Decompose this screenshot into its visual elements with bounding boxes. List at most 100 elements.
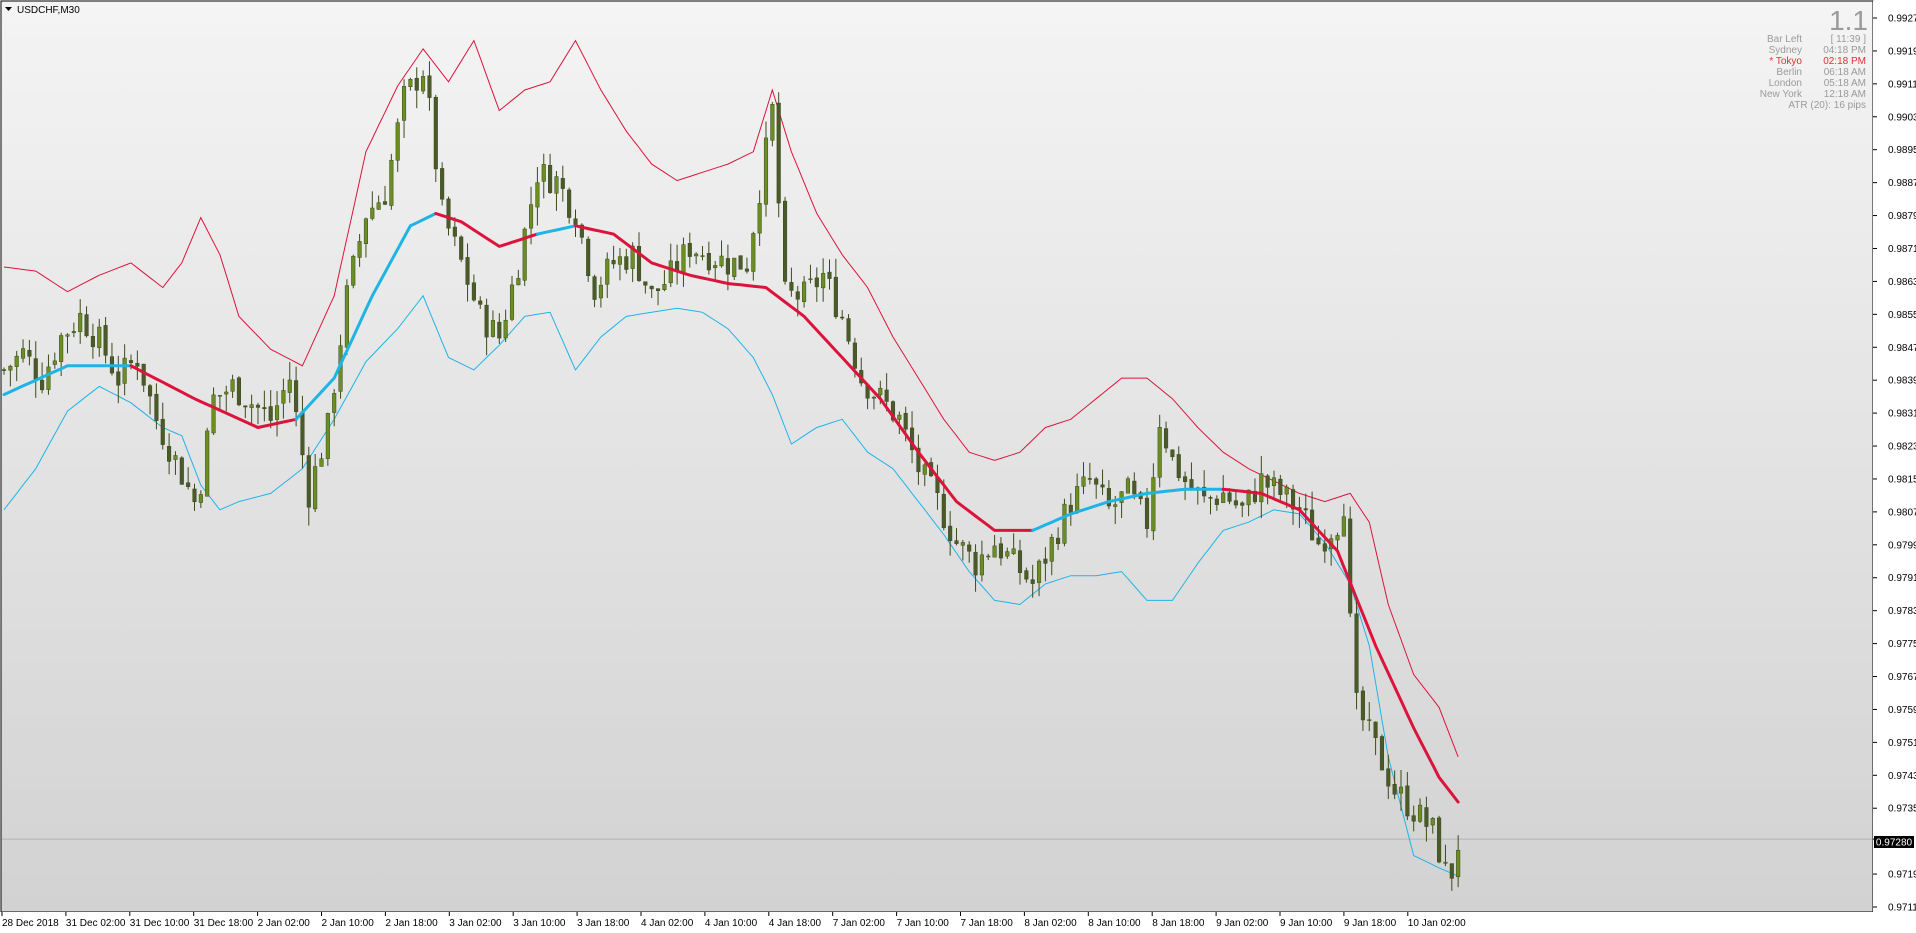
candle-body <box>1405 785 1410 817</box>
price-tick-label: 0.99115 <box>1888 79 1916 90</box>
candle-body <box>363 218 368 244</box>
candle-body <box>656 288 661 291</box>
candle-body <box>738 255 743 270</box>
candle-body <box>783 200 788 282</box>
candle <box>1379 734 1385 771</box>
candle-body <box>986 555 991 558</box>
time-tick-label: 7 Jan 18:00 <box>961 918 1014 929</box>
candle-body <box>21 348 26 359</box>
candle-body <box>884 389 889 402</box>
candle <box>459 235 464 263</box>
candle-body <box>46 366 51 390</box>
candle-body <box>560 178 565 189</box>
price-chart[interactable]: 0.99275 0.99195 0.99115 0.99035 0.98955 0.988… <box>0 0 1916 933</box>
candle-body <box>814 277 819 288</box>
candle-body <box>662 284 667 290</box>
price-tick-label: 0.97435 <box>1888 771 1916 782</box>
time-tick-label: 3 Jan 10:00 <box>513 918 566 929</box>
time-tick-label: 4 Jan 02:00 <box>641 918 694 929</box>
candle-body <box>452 226 457 237</box>
candle-body <box>1322 543 1327 552</box>
candle-body <box>217 395 222 397</box>
candle <box>440 162 445 206</box>
candle-body <box>325 413 330 459</box>
candle-body <box>1271 477 1277 486</box>
candle-body <box>1030 579 1035 584</box>
candle-body <box>1354 613 1359 693</box>
price-tick-label: 0.97675 <box>1888 672 1916 683</box>
candle-body <box>808 278 813 281</box>
candle-body <box>262 407 267 410</box>
candle-body <box>802 281 807 302</box>
candle <box>783 196 788 285</box>
candle-body <box>1017 550 1023 573</box>
candle-body <box>744 268 750 272</box>
candle-body <box>154 393 159 421</box>
time-tick-label: 8 Jan 02:00 <box>1024 918 1077 929</box>
candle-body <box>1379 736 1385 771</box>
candle-body <box>90 336 95 348</box>
candle <box>351 254 356 289</box>
price-tick-label: 0.97115 <box>1888 903 1916 914</box>
candle-body <box>186 482 191 487</box>
candle-body <box>1316 537 1321 545</box>
price-tick-label: 0.98955 <box>1888 145 1916 156</box>
candle-body <box>1456 849 1461 878</box>
price-tick-label: 0.99035 <box>1888 112 1916 123</box>
candle-body <box>1259 473 1264 503</box>
candle <box>586 236 591 282</box>
candle <box>205 427 210 497</box>
candle-body <box>776 102 781 204</box>
price-tick-label: 0.97835 <box>1888 606 1916 617</box>
candle-body <box>725 258 730 275</box>
info-row-label: Bar Left <box>1767 34 1802 45</box>
candle-body <box>1024 570 1029 580</box>
candle-body <box>852 342 857 369</box>
candle-body <box>128 360 134 363</box>
price-tick-label: 0.98555 <box>1888 310 1916 321</box>
candle-body <box>1113 504 1118 507</box>
candle-body <box>617 256 623 265</box>
candle-body <box>1100 484 1105 488</box>
candle-body <box>78 312 83 333</box>
candle-body <box>821 273 826 289</box>
candle-body <box>1208 497 1213 499</box>
candle <box>1348 506 1353 617</box>
price-tick-label: 0.99195 <box>1888 46 1916 57</box>
candle-body <box>694 253 699 257</box>
candle-body <box>148 385 153 397</box>
candle-body <box>554 176 559 194</box>
candle-body <box>116 371 121 386</box>
candle <box>1437 815 1442 864</box>
candle-body <box>1341 516 1346 537</box>
chart-window[interactable]: 0.99275 0.99195 0.99115 0.99035 0.98955 0.988… <box>0 0 1916 933</box>
candle-body <box>668 260 673 284</box>
candle-body <box>1430 818 1435 826</box>
info-big-value: 1.1 <box>1829 5 1868 36</box>
candle-body <box>998 543 1004 559</box>
candle-body <box>84 314 89 337</box>
candle-body <box>1360 690 1365 721</box>
candle-body <box>27 350 32 357</box>
candle-body <box>789 282 794 291</box>
time-tick-label: 8 Jan 10:00 <box>1088 918 1141 929</box>
candle-body <box>1164 428 1169 449</box>
candle-body <box>967 544 972 552</box>
time-tick-label: 4 Jan 18:00 <box>769 918 822 929</box>
candle <box>522 227 527 286</box>
candle-body <box>497 321 502 339</box>
candle-body <box>903 412 908 430</box>
candle-body <box>1062 503 1067 544</box>
price-tick-label: 0.97195 <box>1888 870 1916 881</box>
candle-body <box>960 542 965 546</box>
candle <box>1062 498 1067 547</box>
candle-body <box>992 545 997 558</box>
candle-body <box>878 387 883 396</box>
candle-body <box>1056 537 1061 544</box>
candle-body <box>548 165 553 193</box>
candle <box>325 412 330 466</box>
candle <box>236 376 241 407</box>
candle-body <box>395 122 400 161</box>
candle-body <box>389 159 394 206</box>
price-tick-label: 0.98075 <box>1888 507 1916 518</box>
